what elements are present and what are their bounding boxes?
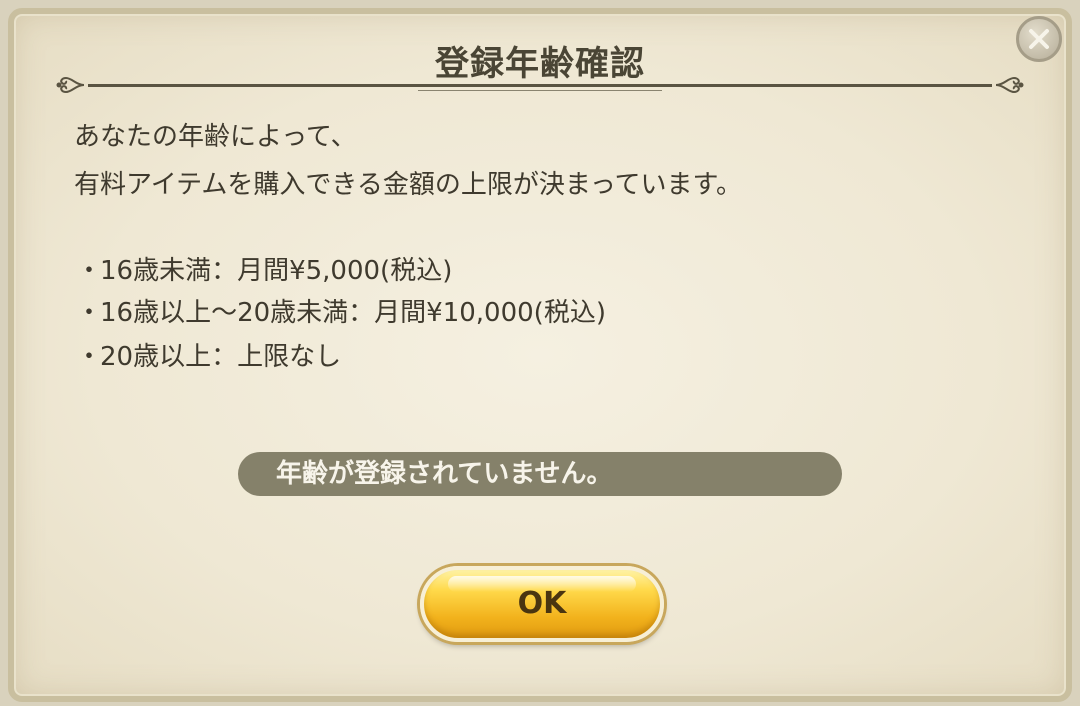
limit-item: ・16歳未満：月間¥5,000(税込) xyxy=(76,250,452,287)
limit-text: 20歳以上：上限なし xyxy=(100,342,342,372)
right-ornament-icon xyxy=(995,76,1024,94)
limit-item: ・16歳以上～20歳未満：月間¥10,000(税込) xyxy=(76,292,606,329)
close-button[interactable] xyxy=(1016,16,1062,62)
bullet-mark: ・ xyxy=(76,342,103,372)
intro-text-line-1: あなたの年齢によって、 xyxy=(74,122,357,152)
dialog-title: 登録年齢確認 xyxy=(435,44,645,84)
close-x-icon xyxy=(1029,29,1049,49)
ok-button-label: OK xyxy=(517,586,567,621)
limit-text: 16歳以上～20歳未満：月間¥10,000(税込) xyxy=(100,298,606,328)
intro-text-line-2: 有料アイテムを購入できる金額の上限が決まっています。 xyxy=(74,170,742,200)
age-not-registered-notice: 年齢が登録されていません。 xyxy=(238,452,842,496)
title-divider xyxy=(88,84,992,87)
title-underline xyxy=(418,90,662,91)
limit-item: ・20歳以上：上限なし xyxy=(76,336,341,373)
bullet-mark: ・ xyxy=(76,256,103,286)
limit-text: 16歳未満：月間¥5,000(税込) xyxy=(100,256,453,286)
bullet-mark: ・ xyxy=(76,298,103,328)
left-ornament-icon xyxy=(56,76,85,94)
ok-button[interactable]: OK xyxy=(420,566,664,642)
